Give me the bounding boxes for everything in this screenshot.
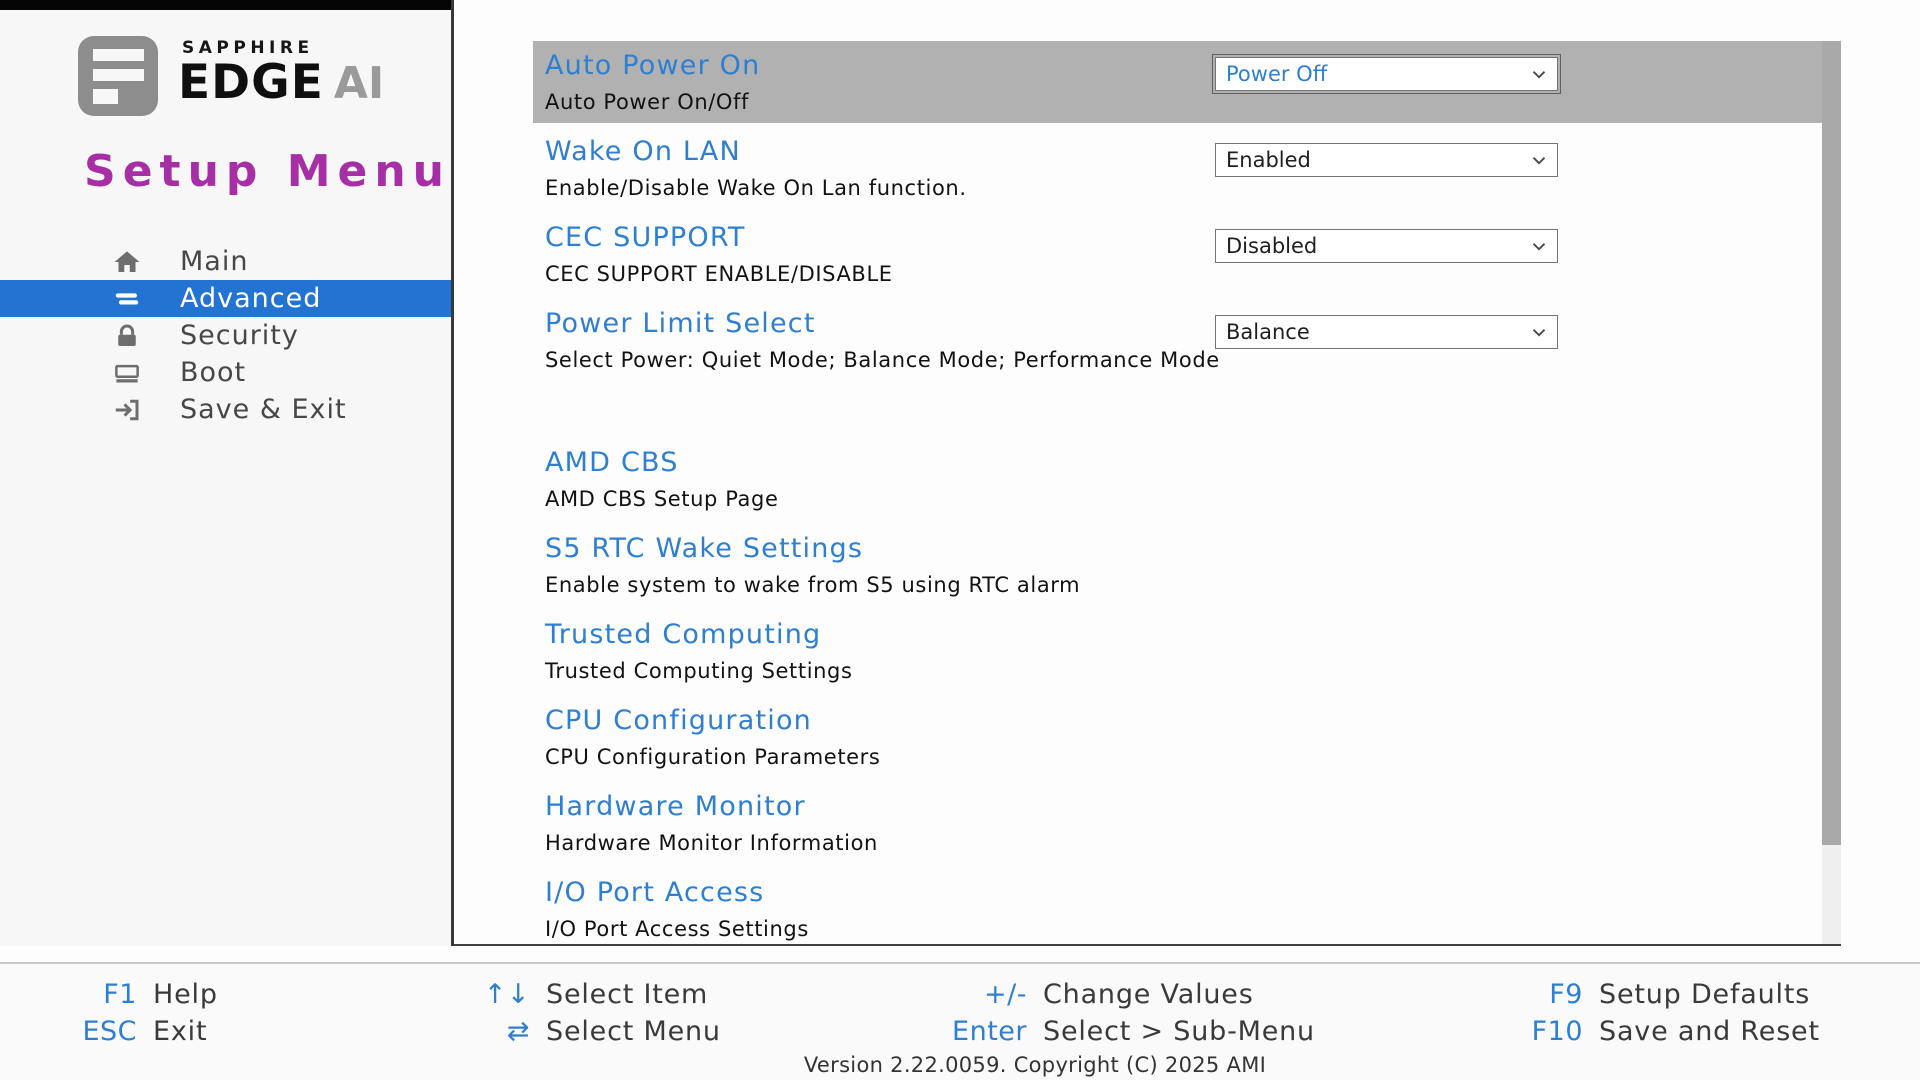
setting-title: AMD CBS [545, 447, 1822, 479]
sidebar-nav: Main Advanced Security Boot Save & Exit [0, 243, 451, 428]
setting-title: CEC SUPPORT [545, 222, 1822, 254]
chevron-down-icon [1528, 63, 1550, 85]
setting-description: I/O Port Access Settings [545, 916, 1822, 942]
footer-hints-col4: F9 Setup Defaults F10 Save and Reset [1440, 976, 1820, 1050]
sidebar-item-main[interactable]: Main [0, 243, 451, 280]
sidebar-item-save-exit[interactable]: Save & Exit [0, 391, 451, 428]
sidebar: SAPPHIRE EDGE AI Setup Menu Main Advanced… [0, 0, 454, 946]
dropdown-value: Disabled [1226, 234, 1317, 258]
setting-description: Trusted Computing Settings [545, 658, 1822, 684]
hint-key-plusminus: +/- [880, 976, 1027, 1013]
sidebar-item-label: Boot [180, 357, 246, 388]
content-bottom-border [454, 944, 1841, 946]
brand-product: EDGE [178, 58, 324, 107]
setting-row-power-limit-select[interactable]: Power Limit Select Select Power: Quiet Mo… [533, 299, 1822, 385]
setting-title: Hardware Monitor [545, 791, 1822, 823]
sidebar-item-security[interactable]: Security [0, 317, 451, 354]
sidebar-top-strip [0, 0, 451, 10]
lock-icon [112, 321, 142, 351]
setting-description: Auto Power On/Off [545, 89, 1822, 115]
hint-key-f10: F10 [1440, 1013, 1583, 1050]
setting-description: Select Power: Quiet Mode; Balance Mode; … [545, 347, 1822, 373]
chevron-down-icon [1528, 321, 1550, 343]
setting-description: AMD CBS Setup Page [545, 486, 1822, 512]
hint-key-enter: Enter [880, 1013, 1027, 1050]
cec-support-dropdown[interactable]: Disabled [1215, 229, 1558, 263]
setting-title: I/O Port Access [545, 877, 1822, 909]
setting-description: Enable/Disable Wake On Lan function. [545, 175, 1822, 201]
sliders-icon [112, 284, 142, 314]
setting-row-cec-support[interactable]: CEC SUPPORT CEC SUPPORT ENABLE/DISABLE Dis… [533, 213, 1822, 299]
bios-setup-window: SAPPHIRE EDGE AI Setup Menu Main Advanced… [0, 0, 1920, 1080]
hint-key-f1: F1 [12, 976, 137, 1013]
setting-row-cpu-configuration[interactable]: CPU Configuration CPU Configuration Param… [533, 696, 1822, 782]
sidebar-item-label: Advanced [180, 283, 321, 314]
footer-hints-col3: +/- Change Values Enter Select > Sub-Menu [880, 976, 1315, 1050]
setting-row-hardware-monitor[interactable]: Hardware Monitor Hardware Monitor Informa… [533, 782, 1822, 868]
settings-list: Auto Power On Auto Power On/Off Power Off W… [533, 41, 1822, 944]
setting-row-auto-power-on[interactable]: Auto Power On Auto Power On/Off Power Off [533, 41, 1822, 123]
version-text: Version 2.22.0059. Copyright (C) 2025 AM… [0, 1053, 1920, 1077]
hint-label-switch: Select Menu [546, 1013, 721, 1050]
scrollbar-thumb[interactable] [1822, 41, 1841, 845]
footer-keybar: Version 2.22.0059. Copyright (C) 2025 AM… [0, 962, 1920, 1080]
setting-title: Wake On LAN [545, 136, 1822, 168]
setting-row-s5-rtc-wake-settings[interactable]: S5 RTC Wake Settings Enable system to wak… [533, 524, 1822, 610]
setting-description: CPU Configuration Parameters [545, 744, 1822, 770]
footer-hints-col1: F1 Help ESC Exit [12, 976, 218, 1050]
setup-menu-title: Setup Menu [84, 146, 451, 197]
sidebar-item-advanced[interactable]: Advanced [0, 280, 451, 317]
footer-hints-col2: ↑↓ Select Item ⇄ Select Menu [440, 976, 721, 1050]
scrollbar[interactable] [1822, 41, 1841, 944]
hint-key-updown: ↑↓ [440, 976, 530, 1013]
brand-text: SAPPHIRE EDGE AI [178, 34, 384, 107]
hint-key-switch: ⇄ [440, 1013, 530, 1050]
sidebar-item-label: Save & Exit [180, 394, 347, 425]
power-limit-select-dropdown[interactable]: Balance [1215, 315, 1558, 349]
sapphire-edge-logo: SAPPHIRE EDGE AI [76, 34, 384, 118]
setting-row-trusted-computing[interactable]: Trusted Computing Trusted Computing Setti… [533, 610, 1822, 696]
home-icon [112, 247, 142, 277]
auto-power-on-dropdown[interactable]: Power Off [1215, 57, 1558, 91]
setting-row-i-o-port-access[interactable]: I/O Port Access I/O Port Access Settings [533, 868, 1822, 944]
setting-title: Power Limit Select [545, 308, 1822, 340]
hint-label-f10: Save and Reset [1599, 1013, 1820, 1050]
setting-title: Auto Power On [545, 50, 1822, 82]
sapphire-logo-icon [76, 34, 160, 118]
wake-on-lan-dropdown[interactable]: Enabled [1215, 143, 1558, 177]
chevron-down-icon [1528, 235, 1550, 257]
setting-title: Trusted Computing [545, 619, 1822, 651]
setting-title: S5 RTC Wake Settings [545, 533, 1822, 565]
hint-label-enter: Select > Sub-Menu [1043, 1013, 1315, 1050]
setting-title: CPU Configuration [545, 705, 1822, 737]
sidebar-item-boot[interactable]: Boot [0, 354, 451, 391]
hint-label-esc: Exit [153, 1013, 218, 1050]
setting-description: CEC SUPPORT ENABLE/DISABLE [545, 261, 1822, 287]
sidebar-item-label: Security [180, 320, 299, 351]
chevron-down-icon [1528, 149, 1550, 171]
dropdown-value: Power Off [1226, 62, 1327, 86]
hint-label-f9: Setup Defaults [1599, 976, 1820, 1013]
dropdown-value: Balance [1226, 320, 1310, 344]
hint-label-f1: Help [153, 976, 218, 1013]
setting-row-wake-on-lan[interactable]: Wake On LAN Enable/Disable Wake On Lan fu… [533, 127, 1822, 213]
dropdown-value: Enabled [1226, 148, 1311, 172]
hint-label-updown: Select Item [546, 976, 721, 1013]
hint-key-f9: F9 [1440, 976, 1583, 1013]
setting-description: Enable system to wake from S5 using RTC … [545, 572, 1822, 598]
brand-product-suffix: AI [334, 61, 384, 107]
drive-icon [112, 358, 142, 388]
setting-description: Hardware Monitor Information [545, 830, 1822, 856]
sidebar-item-label: Main [180, 246, 248, 277]
hint-label-plusminus: Change Values [1043, 976, 1315, 1013]
setting-row-amd-cbs[interactable]: AMD CBS AMD CBS Setup Page [533, 438, 1822, 524]
hint-key-esc: ESC [12, 1013, 137, 1050]
exit-icon [112, 395, 142, 425]
